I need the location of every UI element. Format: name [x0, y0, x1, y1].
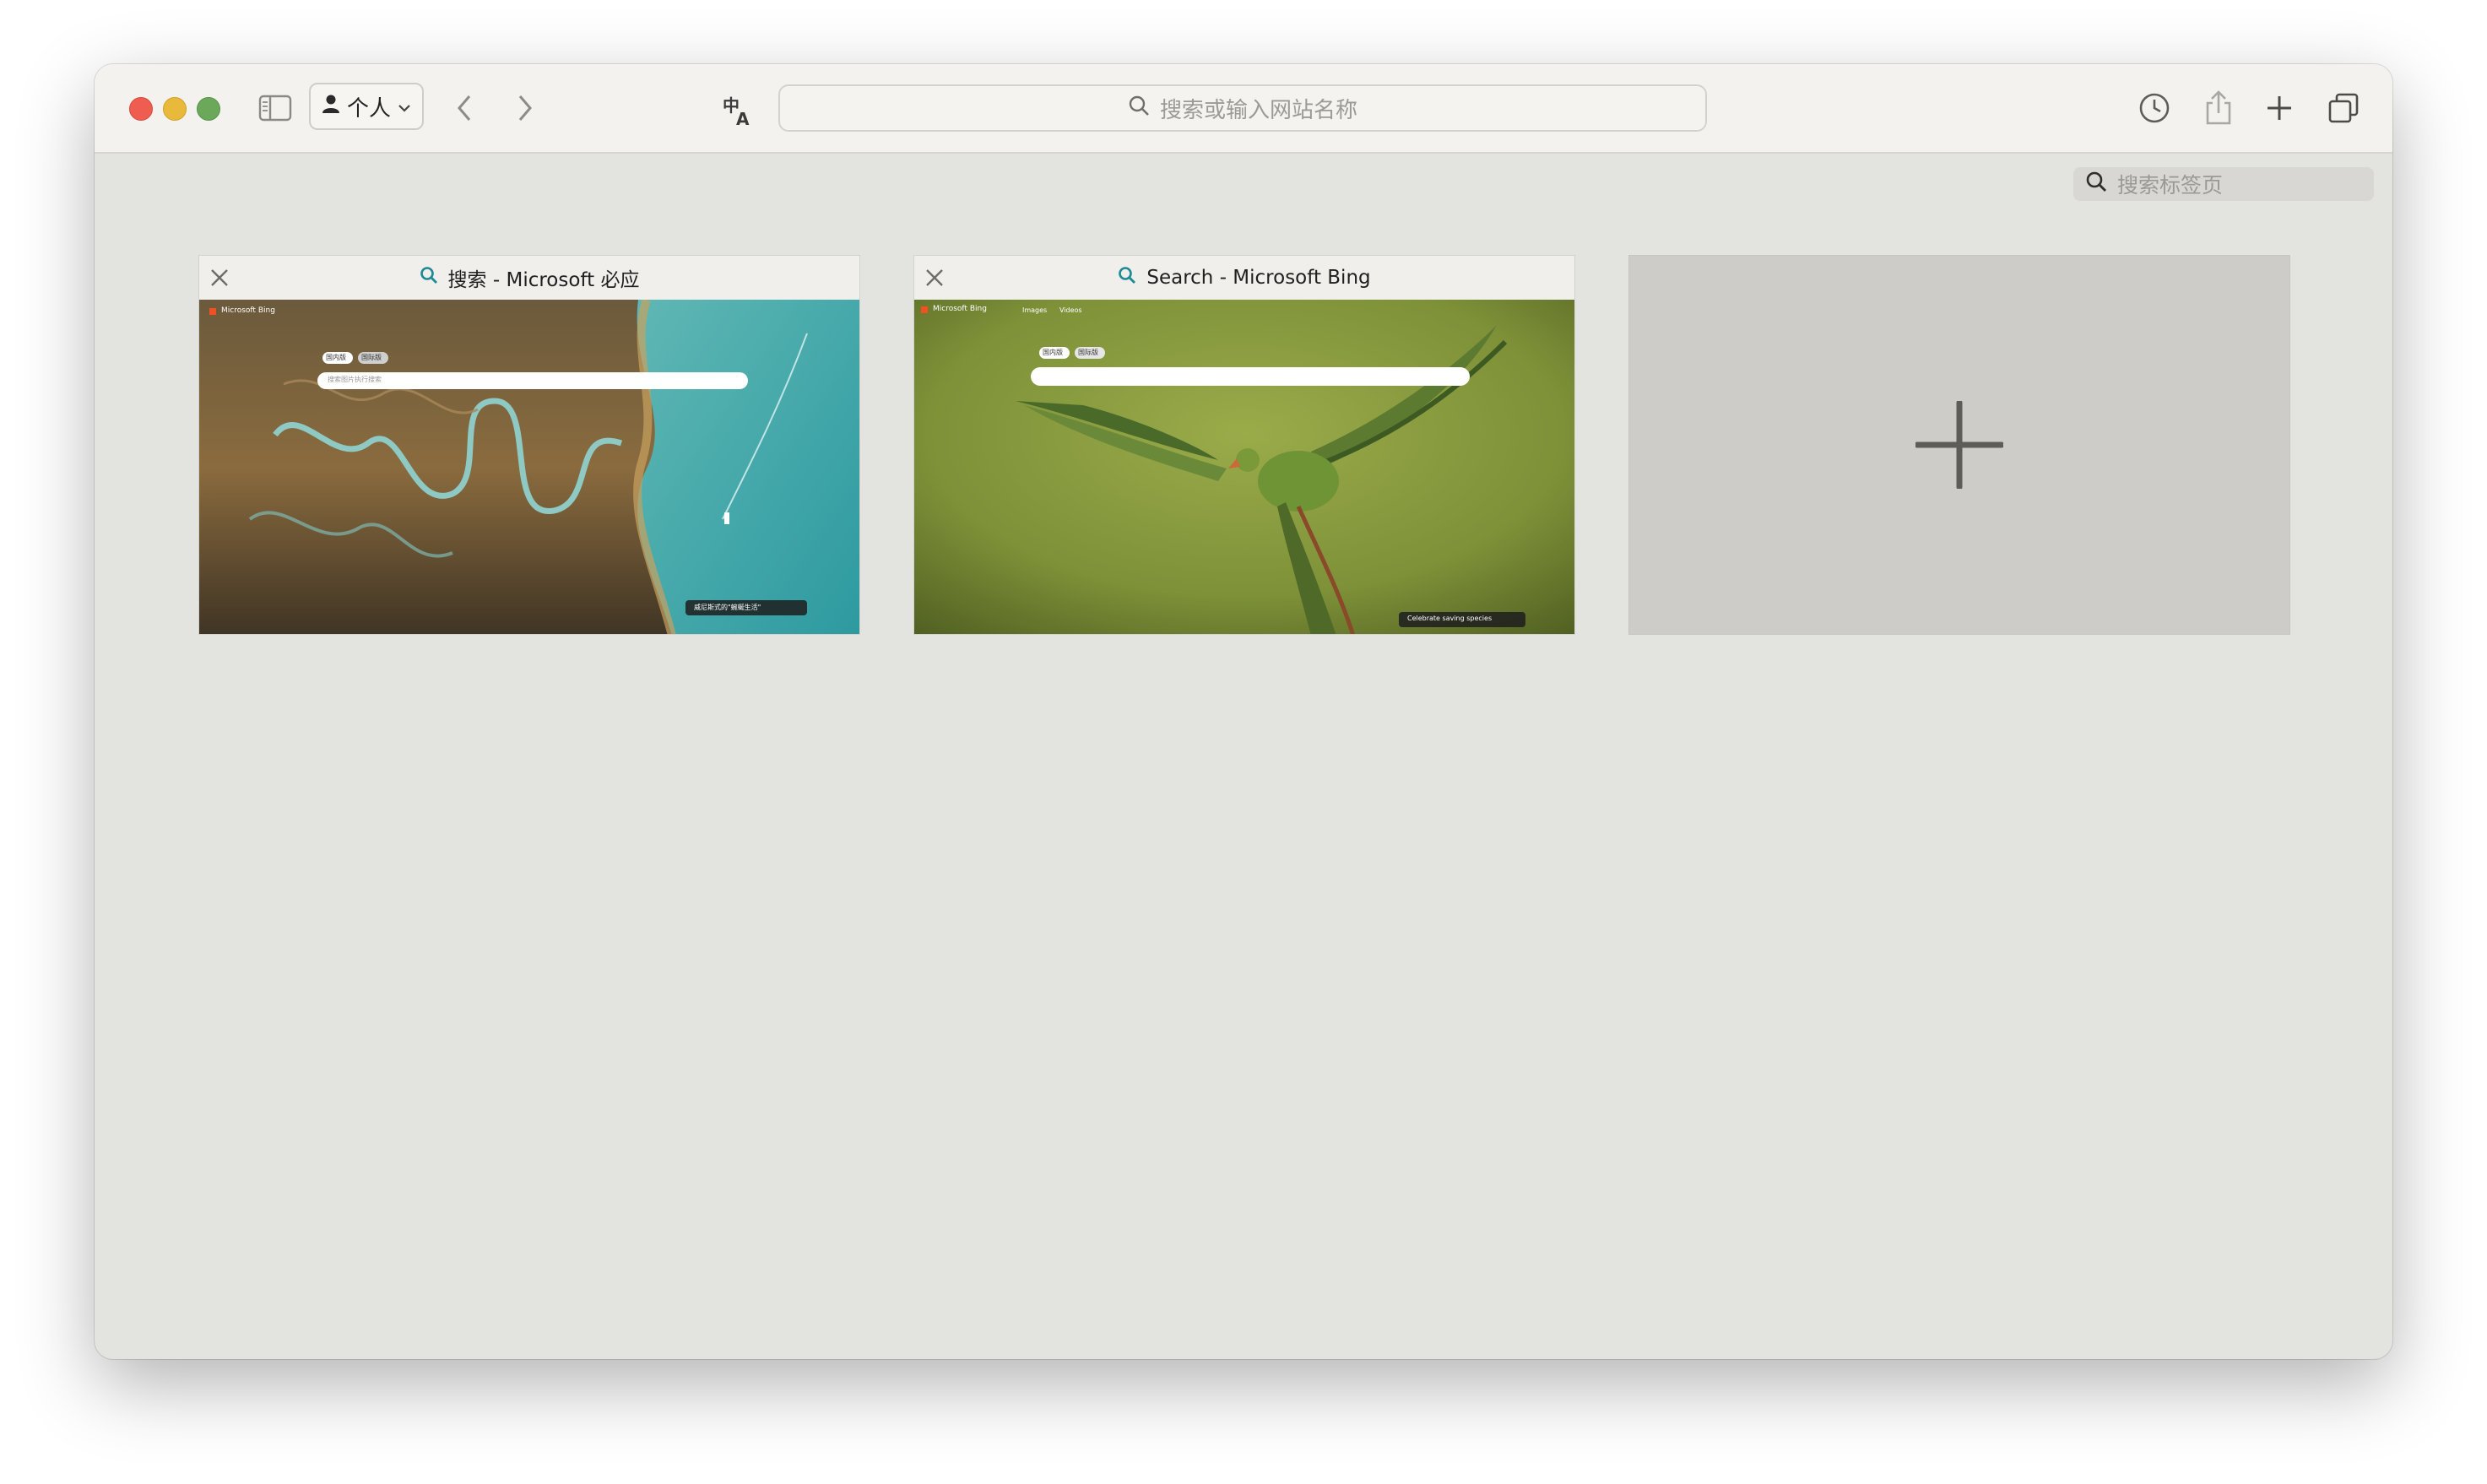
tab-title: Search - Microsoft Bing — [1146, 267, 1371, 289]
tab-overview-icon[interactable] — [2327, 91, 2360, 125]
address-bar[interactable]: 搜索或输入网站名称 — [778, 84, 1707, 132]
tab-title: 搜索 - Microsoft 必应 — [447, 269, 640, 291]
tab-thumbnail: Microsoft Bing 国内版 国际版 搜索图片执行搜索 威尼斯式的"蜿蜒… — [199, 300, 859, 634]
close-icon[interactable] — [209, 268, 230, 288]
person-icon — [322, 94, 340, 120]
address-placeholder: 搜索或输入网站名称 — [1159, 97, 1357, 123]
chevron-down-icon — [398, 94, 411, 119]
tab-search-placeholder: 搜索标签页 — [2117, 173, 2224, 198]
close-window-button[interactable] — [129, 97, 153, 121]
translate-icon[interactable]: 中 A — [721, 93, 755, 127]
tab-card-header: Search - Microsoft Bing — [914, 256, 1574, 300]
thumb-pill-2: 国际版 — [361, 354, 382, 361]
tab-search-field[interactable]: 搜索标签页 — [2073, 167, 2374, 201]
thumb-brand: Microsoft Bing — [221, 306, 275, 315]
share-icon[interactable] — [2202, 89, 2235, 127]
thumb-nav-images: Images — [1022, 306, 1048, 314]
clock-icon[interactable] — [2138, 91, 2171, 125]
thumb-search-hint: 搜索图片执行搜索 — [328, 376, 382, 383]
thumb-pill-2: 国际版 — [1078, 349, 1098, 356]
toolbar: 个人 中 A 搜索或输入网站名称 — [95, 64, 2392, 154]
thumb-caption: 威尼斯式的"蜿蜒生活" — [694, 604, 761, 611]
search-icon — [1118, 266, 1136, 290]
tab-card[interactable]: 搜索 - Microsoft 必应 Microsoft Bing 国内版 国际版… — [198, 255, 860, 635]
maximize-window-button[interactable] — [197, 97, 220, 121]
browser-window: 个人 中 A 搜索或输入网站名称 搜索标签页 搜索 - Microsoft 必应… — [95, 64, 2392, 1359]
profile-label: 个人 — [346, 95, 391, 122]
new-tab-card[interactable] — [1628, 255, 2290, 635]
plus-icon[interactable] — [2264, 93, 2295, 123]
tab-thumbnail: Microsoft Bing Images Videos 国内版 国际版 Cel… — [914, 300, 1574, 634]
sidebar-icon[interactable] — [258, 95, 292, 122]
thumb-nav-videos: Videos — [1059, 306, 1082, 314]
minimize-window-button[interactable] — [163, 97, 187, 121]
thumb-pill-1: 国内版 — [326, 354, 346, 361]
thumb-pill-1: 国内版 — [1043, 349, 1063, 356]
search-icon — [1128, 95, 1150, 122]
search-icon — [420, 266, 438, 290]
tab-card-header: 搜索 - Microsoft 必应 — [199, 256, 859, 300]
thumb-caption: Celebrate saving species — [1407, 615, 1493, 622]
svg-text:A: A — [736, 109, 750, 127]
tab-card[interactable]: Search - Microsoft Bing Microsoft Bing I… — [913, 255, 1575, 635]
plus-icon — [1915, 401, 2003, 489]
search-icon — [2085, 171, 2107, 198]
profile-switcher-button[interactable]: 个人 — [309, 83, 424, 130]
chevron-right-icon[interactable] — [512, 93, 537, 123]
close-icon[interactable] — [924, 268, 945, 288]
thumb-brand: Microsoft Bing — [933, 305, 987, 313]
chevron-left-icon[interactable] — [452, 93, 478, 123]
